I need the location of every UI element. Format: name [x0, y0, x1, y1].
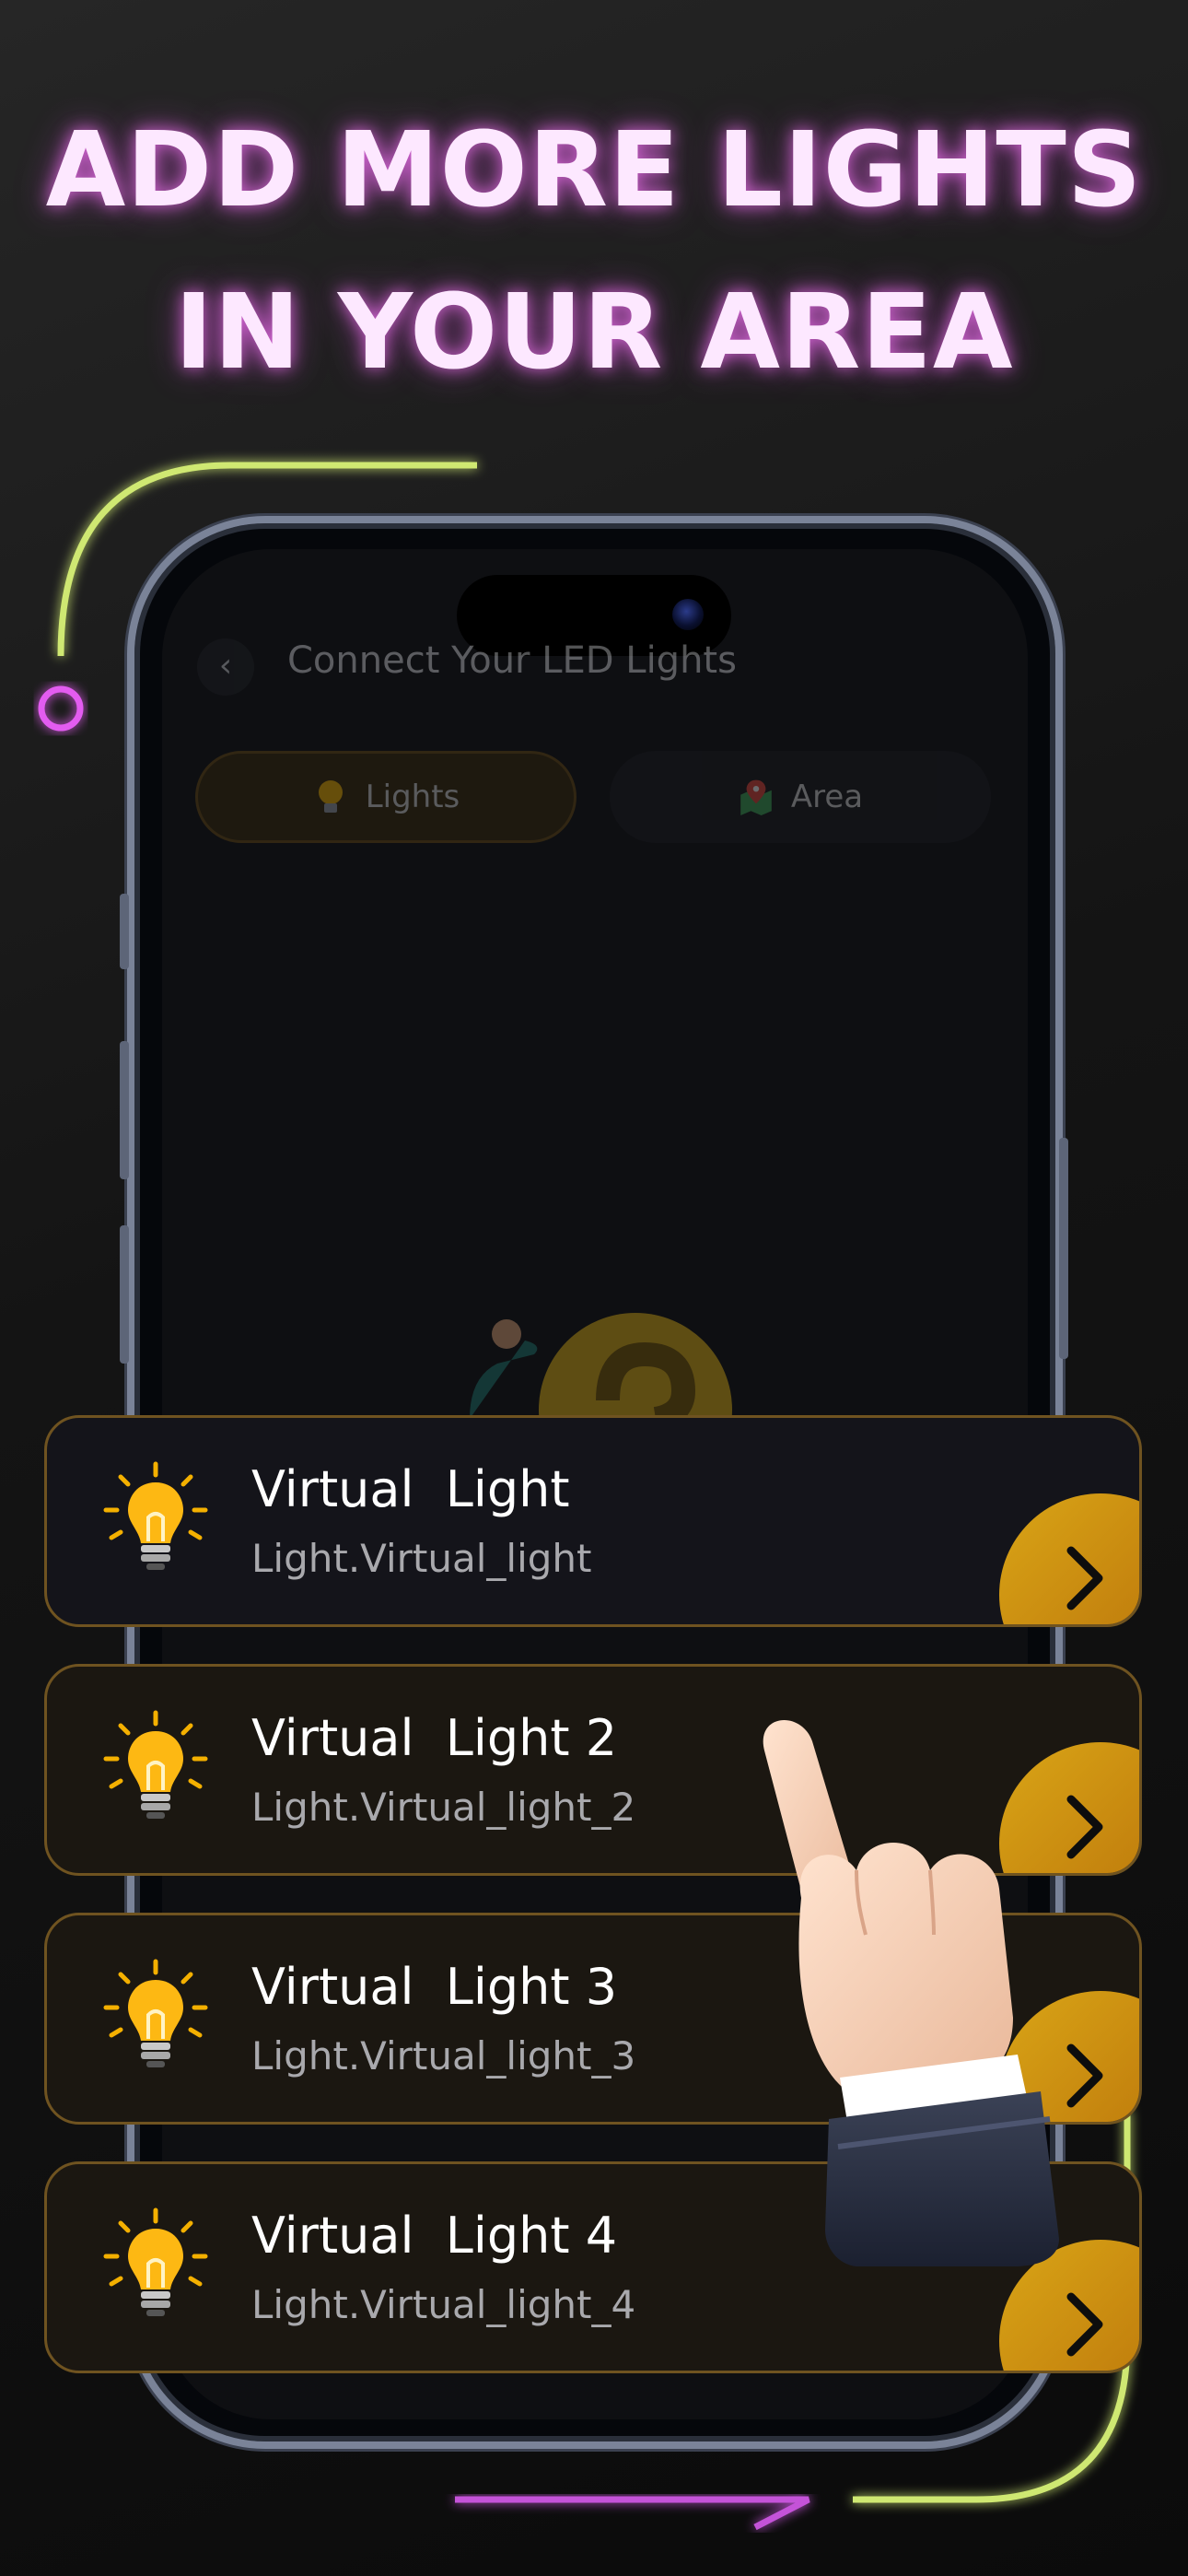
screen-title: Connect Your LED Lights [287, 639, 737, 682]
phone-side-button [120, 1225, 129, 1364]
tab-lights[interactable]: Lights [195, 751, 577, 843]
headline-line-1: ADD MORE LIGHTS [45, 111, 1143, 230]
device-id: Light.Virtual_light_4 [251, 2282, 636, 2327]
headline-line-2: IN YOUR AREA [174, 273, 1014, 392]
pointing-hand-illustration [763, 1720, 1059, 2266]
device-name: Virtual Light 3 [251, 1958, 618, 2016]
chevron-right-icon [1066, 1546, 1103, 1610]
chevron-right-icon [1066, 2292, 1103, 2357]
empty-state-illustration [470, 1313, 732, 1419]
lightbulb-icon [103, 1959, 208, 2067]
tab-area-label: Area [790, 779, 864, 815]
phone-side-button [120, 1041, 129, 1179]
device-name: Virtual Light 4 [251, 2207, 618, 2265]
device-name: Virtual Light 2 [251, 1709, 618, 1767]
device-id: Light.Virtual_light_2 [251, 1785, 636, 1830]
lightbulb-icon [318, 780, 343, 813]
map-pin-icon [740, 779, 772, 815]
chevron-left-icon: ‹ [218, 647, 233, 685]
tab-area[interactable]: Area [610, 751, 991, 843]
back-button[interactable]: ‹ [197, 638, 254, 696]
device-name: Virtual Light [251, 1460, 570, 1518]
lightbulb-icon [103, 1710, 208, 1819]
tab-lights-label: Lights [365, 779, 460, 815]
device-card[interactable]: Virtual Light Light.Virtual_light [44, 1415, 1142, 1627]
camera-lens [672, 599, 704, 630]
device-id: Light.Virtual_light [251, 1536, 592, 1581]
phone-side-button [120, 894, 129, 969]
lightbulb-icon [103, 1461, 208, 1570]
open-device-button[interactable] [999, 1493, 1139, 1624]
device-id: Light.Virtual_light_3 [251, 2033, 636, 2078]
phone-side-button [1059, 1138, 1068, 1359]
lightbulb-icon [103, 2207, 208, 2316]
